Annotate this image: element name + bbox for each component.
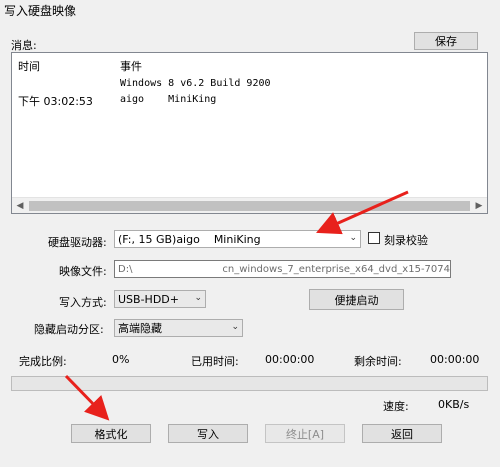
annotation-arrow-drive	[316, 190, 409, 235]
annotation-arrows	[64, 190, 409, 421]
annotation-arrow-format	[64, 374, 110, 421]
